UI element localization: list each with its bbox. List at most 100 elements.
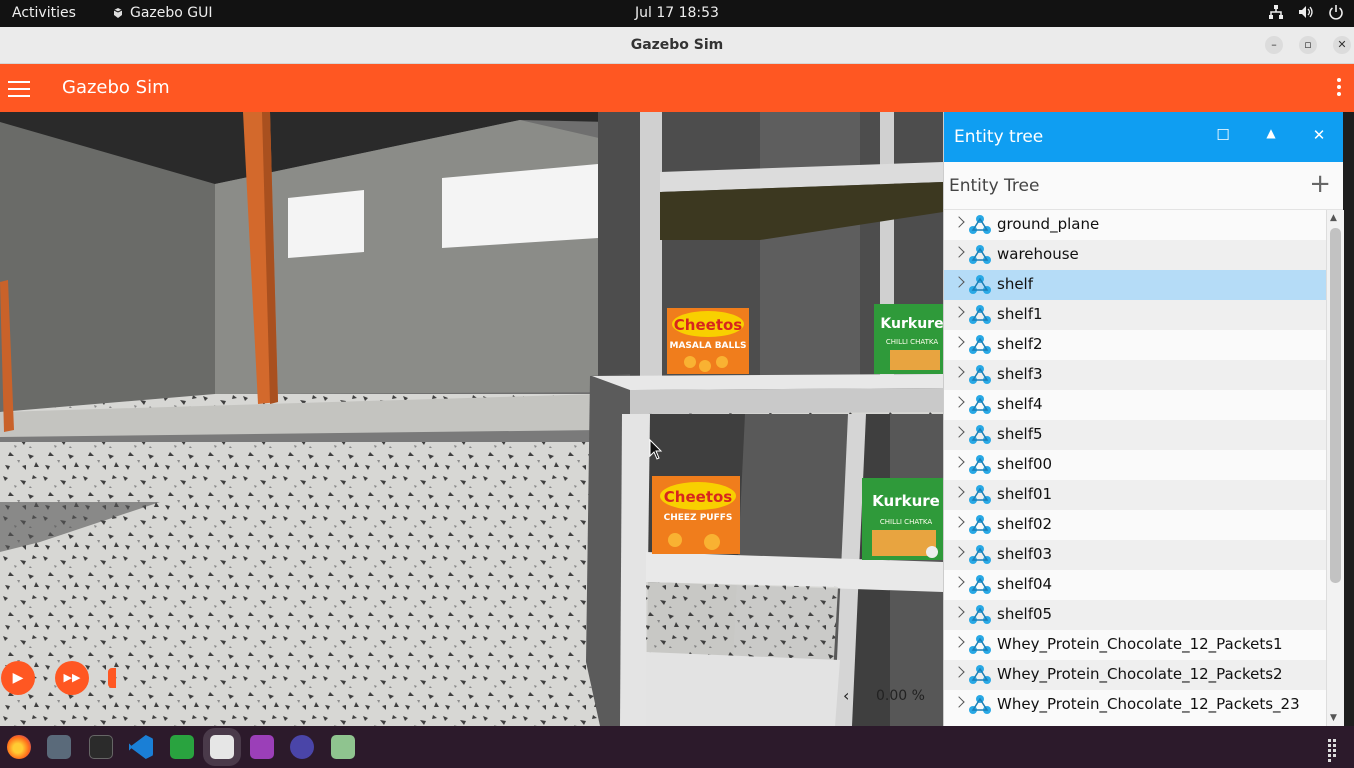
expand-chevron-icon[interactable]	[953, 396, 965, 408]
panel-close-icon[interactable]: ✕	[1309, 126, 1329, 144]
kurkure-bottom-label: Kurkure	[872, 492, 940, 510]
model-icon	[969, 635, 991, 654]
kurkure-top-sub: CHILLI CHATKA	[886, 338, 938, 346]
tree-row[interactable]: shelf03	[944, 540, 1326, 570]
scroll-down-icon[interactable]: ▼	[1330, 713, 1337, 723]
cheetos-bottom-sub: CHEEZ PUFFS	[664, 513, 733, 523]
model-icon	[969, 365, 991, 384]
expand-chevron-icon[interactable]	[953, 246, 965, 258]
expand-chevron-icon[interactable]	[953, 276, 965, 288]
show-apps-icon[interactable]	[1328, 739, 1342, 762]
tree-row[interactable]: shelf1	[944, 300, 1326, 330]
tree-row-label: shelf4	[997, 395, 1043, 413]
expand-chevron-icon[interactable]	[953, 606, 965, 618]
expand-chevron-icon[interactable]	[953, 666, 965, 678]
expand-chevron-icon[interactable]	[953, 216, 965, 228]
panel-float-icon[interactable]: ☐	[1213, 126, 1233, 144]
tree-row[interactable]: shelf4	[944, 390, 1326, 420]
power-icon[interactable]	[1328, 4, 1344, 20]
scroll-up-icon[interactable]: ▲	[1330, 213, 1337, 223]
scrollbar-thumb[interactable]	[1330, 228, 1341, 583]
tree-row[interactable]: Whey_Protein_Chocolate_12_Packets2	[944, 660, 1326, 690]
app-title: Gazebo Sim	[62, 77, 170, 98]
expand-chevron-icon[interactable]	[953, 336, 965, 348]
tree-row-label: shelf2	[997, 335, 1043, 353]
expand-chevron-icon[interactable]	[953, 366, 965, 378]
window-title-bar: Gazebo Sim – ▫ ✕	[0, 27, 1354, 64]
gazebo-dock-icon[interactable]	[210, 735, 234, 759]
tree-row[interactable]: shelf5	[944, 420, 1326, 450]
tree-row[interactable]: shelf	[944, 270, 1326, 300]
close-window-button[interactable]: ✕	[1333, 36, 1351, 54]
model-icon	[969, 305, 991, 324]
more-options-icon[interactable]	[1336, 78, 1342, 99]
files-icon[interactable]	[47, 735, 71, 759]
model-icon	[969, 575, 991, 594]
product-kurkure-top: Kurkure CHILLI CHATKA	[874, 304, 943, 374]
tree-row[interactable]: shelf05	[944, 600, 1326, 630]
kurkure-top-label: Kurkure	[880, 316, 943, 332]
model-icon	[969, 455, 991, 474]
terminal-icon[interactable]	[89, 735, 113, 759]
tree-row[interactable]: shelf00	[944, 450, 1326, 480]
spreadsheet-icon[interactable]	[170, 735, 194, 759]
model-icon	[969, 215, 991, 234]
tree-row[interactable]: Whey_Protein_Chocolate_12_Packets1	[944, 630, 1326, 660]
tree-row[interactable]: shelf02	[944, 510, 1326, 540]
tree-row[interactable]: warehouse	[944, 240, 1326, 270]
expand-chevron-icon[interactable]	[953, 486, 965, 498]
step-button[interactable]: ▶▶	[55, 661, 89, 695]
tree-row-label: shelf05	[997, 605, 1053, 623]
3d-viewport[interactable]: Cheetos MASALA BALLS Kurkure CHILLI CHAT…	[0, 112, 943, 726]
kurkure-bottom-sub: CHILLI CHATKA	[880, 518, 932, 526]
expand-chevron-icon[interactable]	[953, 426, 965, 438]
panel-collapse-icon[interactable]: ▲	[1261, 126, 1281, 140]
activities-button[interactable]: Activities	[12, 5, 76, 21]
step-count-slider[interactable]	[108, 668, 116, 688]
tree-row-label: Whey_Protein_Chocolate_12_Packets_23	[997, 695, 1300, 713]
active-app-name: Gazebo GUI	[130, 5, 213, 21]
tree-row-label: shelf04	[997, 575, 1053, 593]
trash-icon[interactable]	[331, 735, 355, 759]
active-app-menu[interactable]: Gazebo GUI	[112, 5, 213, 21]
tree-row[interactable]: shelf3	[944, 360, 1326, 390]
tree-row[interactable]: shelf2	[944, 330, 1326, 360]
play-button[interactable]: ▶	[1, 661, 35, 695]
minimize-button[interactable]: –	[1265, 36, 1283, 54]
tree-row-label: Whey_Protein_Chocolate_12_Packets2	[997, 665, 1283, 683]
expand-chevron-icon[interactable]	[953, 576, 965, 588]
panel-title: Entity tree	[954, 127, 1044, 147]
expand-chevron-icon[interactable]	[953, 456, 965, 468]
system-top-bar: Activities Gazebo GUI Jul 17 18:53	[0, 0, 1354, 27]
stats-expand-icon[interactable]: ‹	[843, 686, 849, 705]
network-icon[interactable]	[1268, 4, 1284, 20]
expand-chevron-icon[interactable]	[953, 636, 965, 648]
add-entity-icon[interactable]: +	[1309, 171, 1331, 197]
product-cheetos-top: Cheetos MASALA BALLS	[667, 308, 749, 374]
vscode-icon[interactable]	[129, 735, 153, 759]
volume-icon[interactable]	[1298, 4, 1314, 20]
hamburger-menu-icon[interactable]	[8, 76, 30, 100]
expand-chevron-icon[interactable]	[953, 516, 965, 528]
clock[interactable]: Jul 17 18:53	[635, 5, 719, 21]
expand-chevron-icon[interactable]	[953, 306, 965, 318]
maximize-button[interactable]: ▫	[1299, 36, 1317, 54]
tree-scrollbar[interactable]: ▲ ▼	[1326, 210, 1344, 726]
screenshot-tool-icon[interactable]	[290, 735, 314, 759]
media-player-icon[interactable]	[250, 735, 274, 759]
expand-chevron-icon[interactable]	[953, 546, 965, 558]
tree-row[interactable]: shelf01	[944, 480, 1326, 510]
cheetos-top-label: Cheetos	[674, 316, 743, 334]
tree-row[interactable]: Whey_Protein_Chocolate_12_Packets_23	[944, 690, 1326, 720]
tree-row-label: Whey_Protein_Chocolate_12_Packets1	[997, 635, 1283, 653]
product-cheetos-bottom: Cheetos CHEEZ PUFFS	[652, 476, 740, 554]
firefox-icon[interactable]	[7, 735, 31, 759]
tree-row-label: warehouse	[997, 245, 1079, 263]
model-icon	[969, 515, 991, 534]
tree-row[interactable]: ground_plane	[944, 210, 1326, 240]
entity-tree-list[interactable]: ground_plane warehouse shelf shelf1 shelf2 sh…	[944, 210, 1326, 726]
expand-chevron-icon[interactable]	[953, 696, 965, 708]
tree-row-label: shelf03	[997, 545, 1053, 563]
tree-row[interactable]: shelf04	[944, 570, 1326, 600]
tree-row-label: shelf5	[997, 425, 1043, 443]
